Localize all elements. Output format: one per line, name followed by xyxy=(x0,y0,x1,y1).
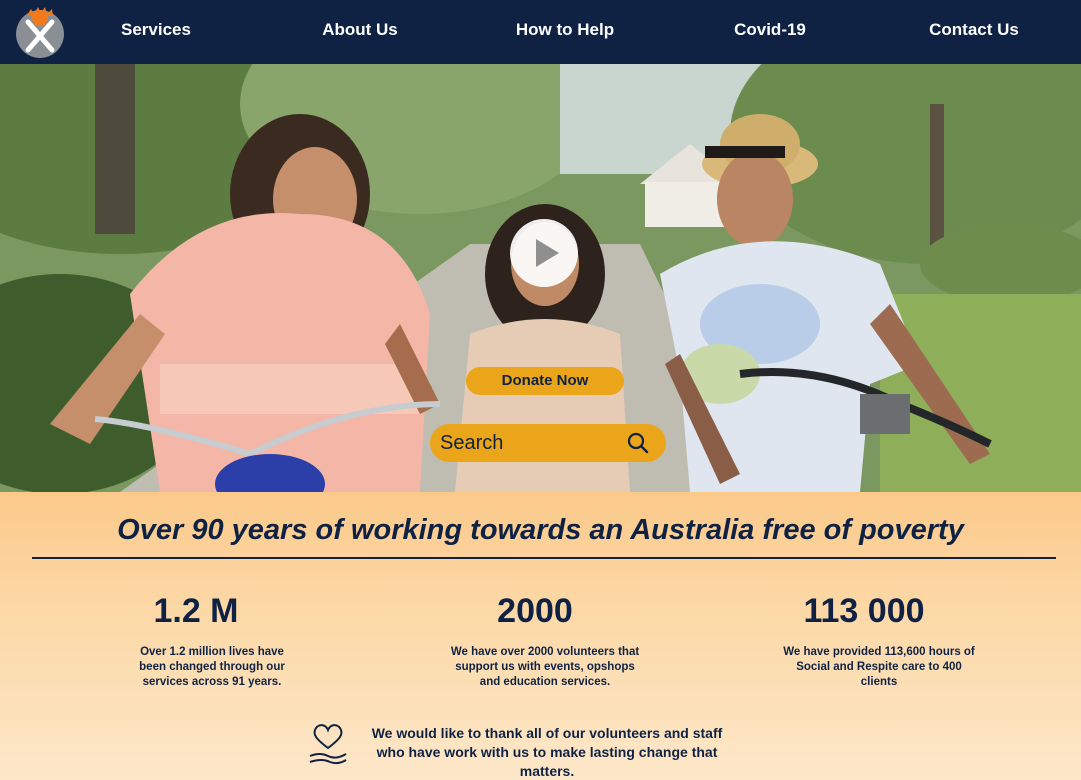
search-input[interactable] xyxy=(440,428,620,458)
stat-description-care-hours: We have provided 113,600 hours of Social… xyxy=(783,646,975,688)
search-bar xyxy=(430,424,666,462)
donate-now-button[interactable]: Donate Now xyxy=(466,367,624,395)
headline-divider xyxy=(32,557,1056,559)
hero-banner: Donate Now xyxy=(0,64,1081,492)
nav-about-us[interactable]: About Us xyxy=(290,20,430,40)
thank-you-message: We would like to thank all of our volunt… xyxy=(371,725,723,779)
top-navigation: Services About Us How to Help Covid-19 C… xyxy=(0,0,1081,64)
play-video-button[interactable] xyxy=(510,219,578,287)
stat-value-volunteers: 2000 xyxy=(497,592,573,630)
stat-description-volunteers: We have over 2000 volunteers that suppor… xyxy=(450,646,640,688)
nav-how-to-help[interactable]: How to Help xyxy=(495,20,635,40)
impact-section: Over 90 years of working towards an Aust… xyxy=(0,492,1081,780)
nav-contact-us[interactable]: Contact Us xyxy=(904,20,1044,40)
x-sunburst-logo-icon[interactable] xyxy=(13,5,67,59)
stat-value-lives: 1.2 M xyxy=(153,592,239,630)
heart-hand-icon xyxy=(309,724,347,765)
stat-description-lives: Over 1.2 million lives have been changed… xyxy=(139,646,285,688)
play-icon xyxy=(536,239,559,267)
search-icon[interactable] xyxy=(626,431,650,455)
section-headline: Over 90 years of working towards an Aust… xyxy=(117,514,964,546)
nav-covid-19[interactable]: Covid-19 xyxy=(700,20,840,40)
stat-value-care-hours: 113 000 xyxy=(803,592,925,630)
nav-services[interactable]: Services xyxy=(86,20,226,40)
